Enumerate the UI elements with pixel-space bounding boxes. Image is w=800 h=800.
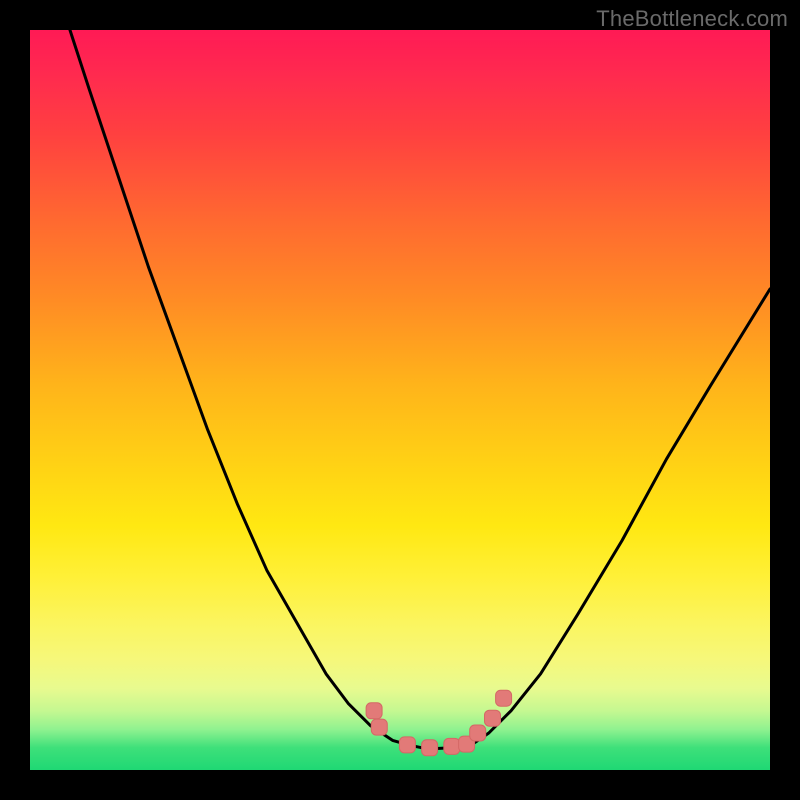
- marker-group: [366, 690, 512, 756]
- curve-path: [70, 30, 770, 749]
- chart-svg: [30, 30, 770, 770]
- plot-area: [30, 30, 770, 770]
- curve-marker: [422, 740, 438, 756]
- curve-marker: [470, 725, 486, 741]
- curve-marker: [444, 738, 460, 754]
- curve-marker: [371, 719, 387, 735]
- curve-marker: [496, 690, 512, 706]
- curve-marker: [485, 710, 501, 726]
- curve-marker: [366, 703, 382, 719]
- chart-frame: TheBottleneck.com: [0, 0, 800, 800]
- bottleneck-curve: [70, 30, 770, 749]
- watermark-text: TheBottleneck.com: [596, 6, 788, 32]
- curve-marker: [399, 737, 415, 753]
